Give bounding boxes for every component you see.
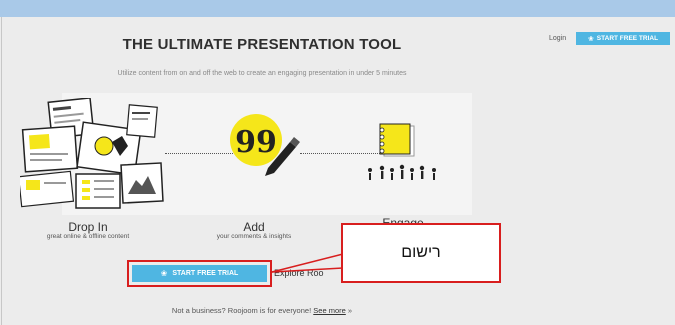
- header-start-trial-label: START FREE TRIAL: [596, 35, 659, 42]
- footer-text: Not a business? Roojoom is for everyone!: [171, 306, 312, 315]
- page-subtitle: Utilize content from on and off the web …: [117, 70, 407, 77]
- see-more-link[interactable]: See more: [313, 306, 346, 315]
- step-2-subtitle: your comments & insights: [216, 233, 292, 240]
- audience-illustration-icon: [368, 123, 436, 180]
- start-trial-label: START FREE TRIAL: [172, 270, 239, 277]
- callout-text: רישום: [401, 244, 441, 261]
- svg-text:99: 99: [235, 125, 277, 160]
- cta-annotation-box: ❀ START FREE TRIAL: [127, 260, 272, 287]
- step-1-title: Drop In: [68, 220, 108, 234]
- connector-dots-1: [165, 153, 235, 154]
- browser-top-strip: [0, 0, 675, 17]
- step-1-subtitle: great online & offline content: [46, 233, 130, 240]
- collage-illustration-icon: [20, 98, 164, 209]
- footer-note: Not a business? Roojoom is for everyone!…: [0, 306, 524, 315]
- add-user-icon: ❀: [587, 35, 594, 43]
- step-2-title: Add: [243, 220, 265, 234]
- add-user-icon: ❀: [160, 269, 168, 278]
- quote-pen-illustration-icon: 99: [230, 114, 300, 176]
- page-title: THE ULTIMATE PRESENTATION TOOL: [122, 36, 402, 53]
- chevron-right-icon: »: [347, 306, 353, 315]
- explore-link[interactable]: Explore Roo: [274, 268, 324, 278]
- start-trial-button[interactable]: ❀ START FREE TRIAL: [132, 265, 267, 282]
- page-left-border: [1, 17, 2, 325]
- header-start-trial-button[interactable]: ❀ START FREE TRIAL: [576, 32, 670, 45]
- registration-callout: רישום: [341, 223, 501, 283]
- login-link[interactable]: Login: [549, 35, 566, 42]
